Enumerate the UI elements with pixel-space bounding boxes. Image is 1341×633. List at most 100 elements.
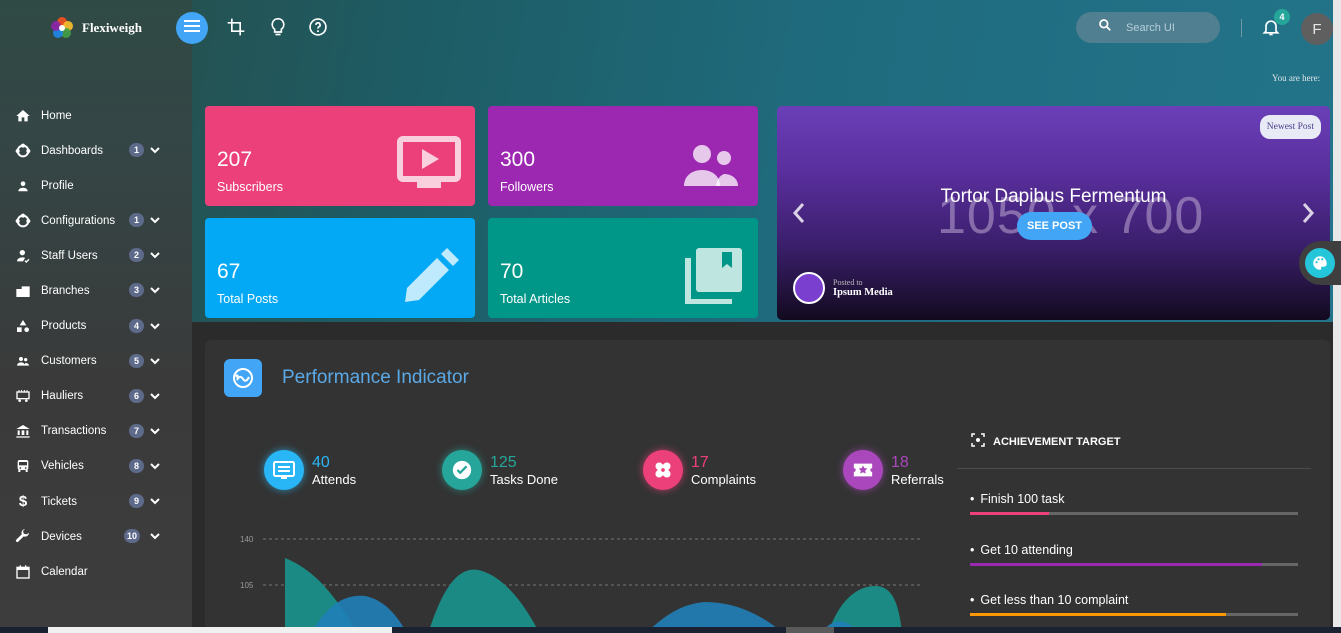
chevron-down-icon[interactable] [149, 143, 161, 155]
chevron-down-icon[interactable] [149, 213, 161, 225]
chevron-down-icon[interactable] [149, 424, 161, 436]
count-badge: 5 [129, 353, 144, 368]
user-avatar[interactable]: F [1301, 13, 1333, 45]
sidebar-item-label: Branches [41, 285, 90, 298]
count-badge: 10 [124, 529, 141, 544]
person-icon [13, 176, 33, 196]
settings-icon [13, 211, 33, 231]
sidebar-item-label: Configurations [41, 214, 116, 227]
author-name: Ipsum Media [833, 287, 893, 298]
count-badge: 8 [129, 458, 144, 473]
horizontal-scrollbar[interactable] [0, 627, 1341, 633]
goal-label: Get 10 attending [970, 543, 1310, 557]
chevron-left-icon[interactable] [790, 201, 808, 225]
sidebar-item-label: Staff Users [41, 249, 98, 262]
stat-label: Subscribers [217, 180, 283, 194]
stat-card-followers[interactable]: 300 Followers [488, 106, 758, 206]
sidebar-item-products[interactable]: Products 4 [0, 309, 192, 344]
chevron-right-icon[interactable] [1299, 201, 1317, 225]
lightbulb-icon[interactable] [268, 17, 288, 37]
sidebar: Flexiweigh Home Dashboards 1 Profile Con… [0, 0, 192, 633]
sidebar-item-transactions[interactable]: Transactions 7 [0, 414, 192, 449]
metric-label: Attends [312, 471, 357, 487]
sidebar-item-devices[interactable]: Devices 10 [0, 519, 192, 554]
sidebar-item-label: Transactions [41, 425, 107, 438]
chevron-down-icon[interactable] [149, 494, 161, 506]
help-icon[interactable] [308, 17, 328, 37]
goal-label: Finish 100 task [970, 492, 1310, 506]
calendar-icon [13, 562, 33, 582]
count-badge: 1 [129, 143, 144, 158]
achievement-title: ACHIEVEMENT TARGET [993, 435, 1121, 448]
metric-tasks-done: 125 Tasks Done [442, 450, 558, 490]
sidebar-item-label: Tickets [41, 495, 77, 508]
sidebar-item-profile[interactable]: Profile [0, 168, 192, 203]
palette-icon [1305, 248, 1335, 278]
theme-settings-tab[interactable] [1299, 241, 1341, 285]
sidebar-item-label: Vehicles [41, 460, 84, 473]
metric-complaints: 17 Complaints [643, 450, 756, 490]
metric-value: 40 [312, 453, 330, 471]
pencil-icon [397, 248, 461, 304]
stat-card-total-posts[interactable]: 67 Total Posts [205, 218, 475, 318]
chevron-down-icon[interactable] [149, 459, 161, 471]
home-icon [13, 106, 33, 126]
search-box[interactable] [1076, 12, 1220, 43]
search-input[interactable] [1126, 21, 1206, 34]
sidebar-item-customers[interactable]: Customers 5 [0, 344, 192, 379]
flower-logo-icon [50, 16, 74, 40]
menu-toggle-button[interactable] [176, 12, 208, 44]
sidebar-item-tickets[interactable]: $ Tickets 9 [0, 484, 192, 519]
see-post-button[interactable]: SEE POST [1017, 212, 1092, 240]
sidebar-item-hauliers[interactable]: Hauliers 6 [0, 379, 192, 414]
newest-post-badge: Newest Post [1259, 115, 1321, 139]
bus-icon [13, 456, 33, 476]
chevron-down-icon[interactable] [149, 248, 161, 260]
sidebar-item-vehicles[interactable]: Vehicles 8 [0, 449, 192, 484]
sidebar-item-staff-users[interactable]: Staff Users 2 [0, 238, 192, 273]
sidebar-item-label: Devices [41, 530, 82, 543]
dollar-icon: $ [18, 493, 28, 511]
goal-item: Finish 100 task [970, 492, 1310, 515]
performance-icon [224, 359, 262, 397]
count-badge: 4 [129, 318, 144, 333]
goal-label: Get less than 10 complaint [970, 593, 1310, 607]
author-avatar [793, 272, 825, 304]
count-badge: 9 [129, 494, 144, 509]
stat-card-total-articles[interactable]: 70 Total Articles [488, 218, 758, 318]
stat-value: 207 [217, 148, 253, 171]
crop-icon[interactable] [226, 17, 246, 37]
chevron-down-icon[interactable] [149, 529, 161, 541]
chevron-down-icon[interactable] [149, 354, 161, 366]
sidebar-item-home[interactable]: Home [0, 98, 192, 133]
goal-progress-fill [970, 613, 1226, 616]
hamburger-icon [184, 19, 200, 38]
count-badge: 6 [129, 388, 144, 403]
monitor-play-icon [397, 136, 461, 192]
scrollbar-thumb[interactable] [48, 627, 392, 633]
stat-card-subscribers[interactable]: 207 Subscribers [205, 106, 475, 206]
brand[interactable]: Flexiweigh [50, 16, 142, 40]
sidebar-item-label: Profile [41, 179, 74, 192]
count-badge: 2 [129, 248, 144, 263]
sidebar-item-dashboards[interactable]: Dashboards 1 [0, 133, 192, 168]
bank-icon [13, 421, 33, 441]
chevron-down-icon[interactable] [149, 283, 161, 295]
sidebar-item-branches[interactable]: Branches 3 [0, 273, 192, 308]
search-icon [1098, 18, 1112, 37]
metric-value: 18 [891, 453, 909, 471]
sidebar-item-configurations[interactable]: Configurations 1 [0, 203, 192, 238]
scrollbar-thumb-secondary[interactable] [786, 627, 834, 633]
goal-progress-track [970, 512, 1298, 515]
sidebar-item-label: Dashboards [41, 144, 104, 157]
post-author: Posted to Ipsum Media [793, 272, 893, 304]
goal-progress-fill [970, 563, 1262, 566]
sidebar-item-calendar[interactable]: Calendar [0, 554, 192, 589]
chart-area-teal [428, 569, 540, 633]
sidebar-item-label: Products [41, 320, 87, 333]
stat-label: Total Posts [217, 292, 279, 306]
post-carousel[interactable]: 1050 x 700 Tortor Dapibus Fermentum SEE … [777, 106, 1330, 320]
truck-icon [13, 386, 33, 406]
chevron-down-icon[interactable] [149, 319, 161, 331]
chevron-down-icon[interactable] [149, 389, 161, 401]
